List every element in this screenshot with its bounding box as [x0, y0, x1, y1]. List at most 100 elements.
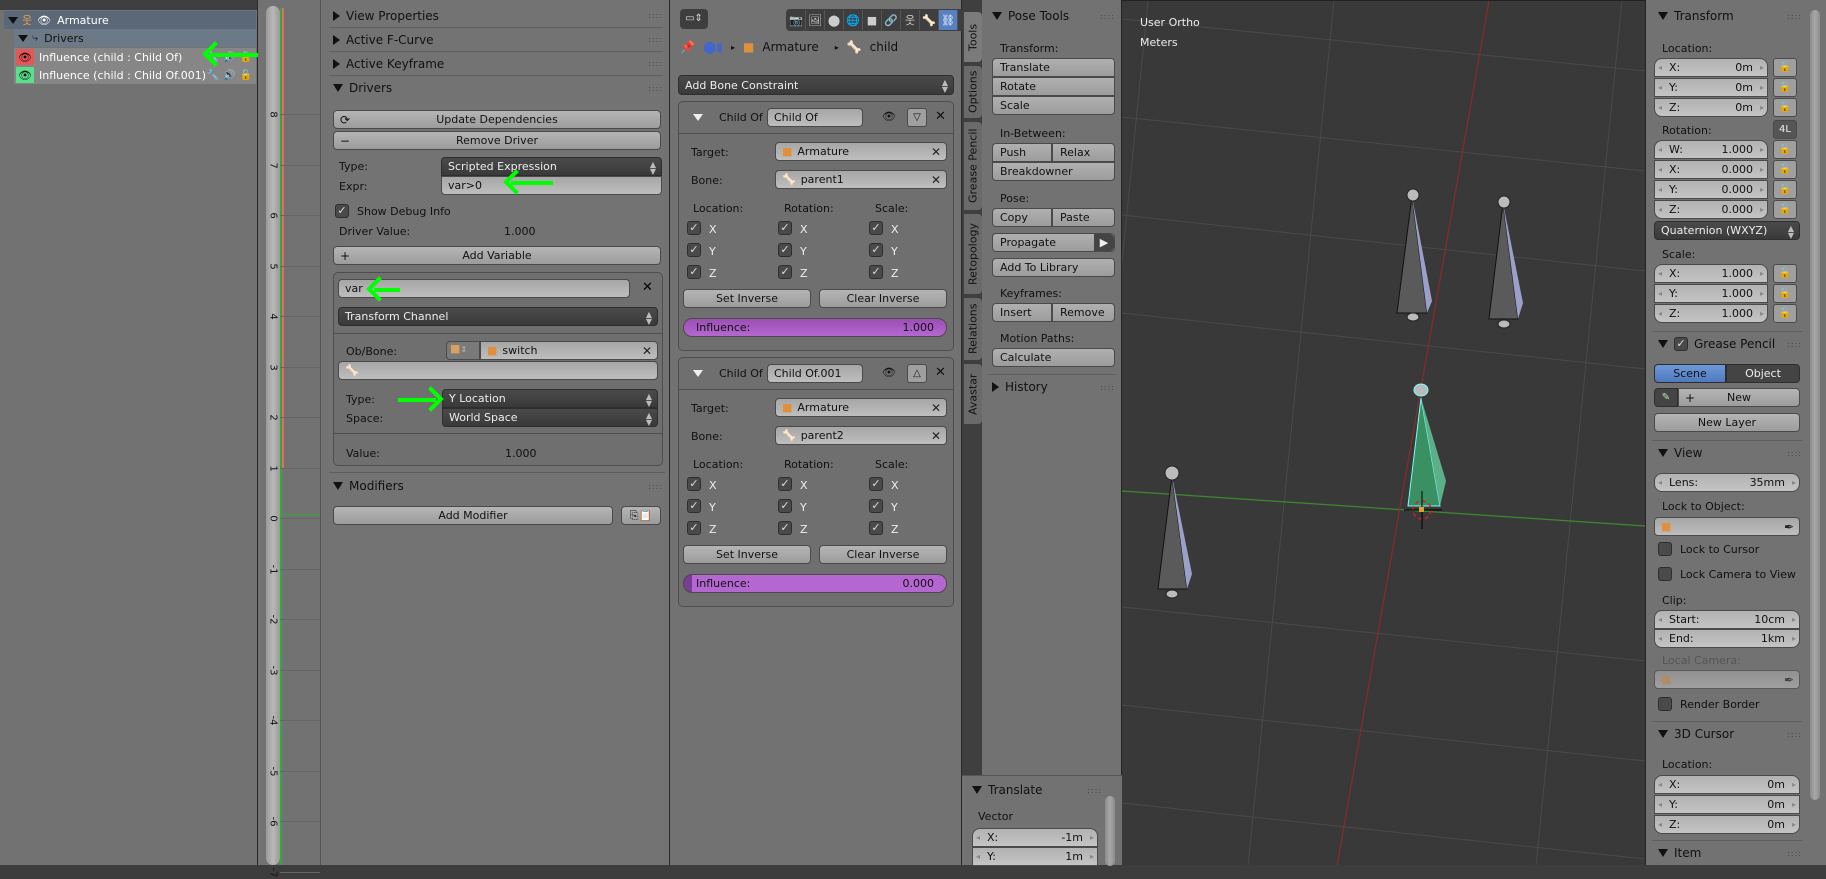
rot-y-field[interactable]: Y: 0.000: [1654, 180, 1768, 199]
vtab-tools[interactable]: Tools: [964, 12, 982, 62]
copy-pose-button[interactable]: Copy: [992, 208, 1052, 227]
insert-keyframe-button[interactable]: Insert: [992, 303, 1052, 322]
translate-button[interactable]: Translate: [992, 58, 1115, 77]
panel-view[interactable]: View::::: [1654, 441, 1802, 465]
lock-icon[interactable]: 🔓: [1773, 200, 1797, 219]
cursor-y-field[interactable]: Y: 0m: [1654, 795, 1800, 814]
tab-data-icon[interactable]: 웃: [901, 10, 920, 30]
panel-grease-pencil[interactable]: ✓ Grease Pencil::::: [1654, 332, 1802, 356]
lens-field[interactable]: Lens: 35mm: [1654, 473, 1800, 492]
driver-type-dropdown[interactable]: Scripted Expression ▲ ▼: [441, 157, 662, 176]
3d-viewport[interactable]: User Ortho Meters: [1122, 0, 1645, 865]
vtab-grease-pencil[interactable]: Grease Pencil: [964, 122, 982, 210]
set-inverse-button[interactable]: Set Inverse: [683, 289, 811, 308]
panel-drivers[interactable]: Drivers::::: [329, 76, 663, 100]
rot-x-field[interactable]: X: 0.000: [1654, 160, 1768, 179]
loc-x-field[interactable]: X: 0m: [1654, 58, 1768, 77]
rot-z-field[interactable]: Z: 0.000: [1654, 200, 1768, 219]
add-bone-constraint-dropdown[interactable]: Add Bone Constraint ▲ ▼: [678, 75, 954, 95]
panel-view-properties[interactable]: View Properties::::: [329, 4, 663, 28]
update-dependencies-button[interactable]: ⟳ Update Dependencies: [333, 110, 661, 129]
cursor-x-field[interactable]: X: 0m: [1654, 775, 1800, 794]
delete-constraint-x-icon[interactable]: ✕: [935, 365, 946, 380]
loc-z-field[interactable]: Z: 0m: [1654, 98, 1768, 117]
transform-type-dropdown[interactable]: Y Location ▲ ▼: [442, 389, 658, 408]
bone-field[interactable]: 🦴: [338, 361, 658, 380]
lock-icon[interactable]: 🔓: [1773, 58, 1797, 77]
vector-x-field[interactable]: X: -1m: [972, 828, 1098, 847]
drag-grip-icon[interactable]: ::::: [648, 84, 663, 93]
bone-field[interactable]: 🦴 parent1 ✕: [775, 170, 947, 189]
outliner-armature-row[interactable]: 웃 👁 Armature: [4, 11, 256, 29]
location-z-checkbox[interactable]: ✓: [687, 265, 701, 279]
tab-constraints-icon[interactable]: 🔗: [882, 10, 901, 30]
drag-grip-icon[interactable]: ::::: [1087, 786, 1102, 795]
lock-icon[interactable]: 🔓: [1773, 264, 1797, 283]
graph-editor[interactable]: 8 7 6 5 4 3 2 1 0 -1 -2 -3 -4 -5 -6 -7: [258, 0, 320, 877]
panel-item[interactable]: Item::::: [1654, 841, 1802, 865]
constraint-name-input[interactable]: Child Of: [767, 108, 863, 127]
relax-button[interactable]: Relax: [1052, 143, 1115, 162]
drag-grip-icon[interactable]: ::::: [648, 482, 663, 491]
rotation-x-checkbox[interactable]: ✓: [778, 477, 792, 491]
drag-grip-icon[interactable]: ::::: [1787, 849, 1802, 858]
scale-z-field[interactable]: Z: 1.000: [1654, 304, 1768, 323]
clear-x-icon[interactable]: ✕: [931, 145, 941, 159]
lock-icon[interactable]: 🔓: [1773, 180, 1797, 199]
paste-pose-button[interactable]: Paste: [1052, 208, 1115, 227]
scale-z-checkbox[interactable]: ✓: [869, 521, 883, 535]
gp-datablock-selector[interactable]: ✎: [1654, 388, 1678, 407]
channel-visibility-eye-icon[interactable]: 👁: [16, 49, 34, 65]
lock-icon[interactable]: 🔓: [1773, 78, 1797, 97]
rotation-z-checkbox[interactable]: ✓: [778, 265, 792, 279]
outliner-driver-item[interactable]: 👁 Influence (child : Child Of.001) 🔧 🔊 🔓: [14, 66, 256, 84]
push-button[interactable]: Push: [992, 143, 1052, 162]
value-ruler-scrollbar[interactable]: [266, 6, 280, 865]
clear-inverse-button[interactable]: Clear Inverse: [819, 289, 947, 308]
add-to-library-button[interactable]: Add To Library: [992, 258, 1115, 277]
drag-grip-icon[interactable]: ::::: [1787, 730, 1802, 739]
tab-bone-icon[interactable]: 🦴: [920, 10, 939, 30]
tab-render-layers-icon[interactable]: 🖼: [806, 10, 825, 30]
cursor-z-field[interactable]: Z: 0m: [1654, 815, 1800, 834]
clear-x-icon[interactable]: ✕: [931, 429, 941, 443]
tab-render-icon[interactable]: 📷: [787, 10, 806, 30]
local-camera-field[interactable]: ■ ✒: [1654, 670, 1800, 689]
loc-y-field[interactable]: Y: 0m: [1654, 78, 1768, 97]
expand-icon[interactable]: [18, 34, 28, 42]
panel-active-keyframe[interactable]: Active Keyframe::::: [329, 52, 663, 76]
panel-history[interactable]: History::::: [988, 375, 1115, 399]
propagate-menu-arrow-icon[interactable]: ▶: [1094, 234, 1114, 251]
tab-scene-icon[interactable]: ⬤: [825, 10, 844, 30]
drag-grip-icon[interactable]: ::::: [1787, 12, 1802, 21]
visibility-eye-icon[interactable]: 👁: [882, 366, 896, 379]
remove-driver-button[interactable]: − Remove Driver: [333, 131, 661, 150]
drag-grip-icon[interactable]: ::::: [648, 35, 663, 44]
vtab-options[interactable]: Options: [964, 66, 982, 118]
tab-bone-constraints-icon[interactable]: ⛓: [939, 10, 958, 30]
clear-x-icon[interactable]: ✕: [642, 344, 652, 358]
scale-x-checkbox[interactable]: ✓: [869, 221, 883, 235]
lock-to-object-field[interactable]: ■ ✒: [1654, 517, 1800, 536]
scale-button[interactable]: Scale: [992, 96, 1115, 115]
sidebar-scrollbar[interactable]: [1810, 10, 1820, 800]
rotation-x-checkbox[interactable]: ✓: [778, 221, 792, 235]
panel-pose-tools[interactable]: Pose Tools::::: [988, 4, 1115, 28]
remove-keyframe-button[interactable]: Remove: [1052, 303, 1115, 322]
panel-translate-operator[interactable]: Translate::::: [968, 778, 1102, 802]
lock-icon[interactable]: 🔓: [1773, 284, 1797, 303]
panel-modifiers[interactable]: Modifiers::::: [329, 474, 663, 498]
move-down-icon[interactable]: ▽: [907, 108, 927, 127]
rotation-z-checkbox[interactable]: ✓: [778, 521, 792, 535]
operator-scrollbar[interactable]: [1105, 796, 1115, 866]
channel-visibility-eye-icon[interactable]: 👁: [16, 67, 34, 83]
wrench-icon[interactable]: 🔧: [207, 70, 219, 81]
id-type-selector[interactable]: ■⇕: [446, 341, 480, 360]
visibility-eye-icon[interactable]: 👁: [882, 110, 896, 123]
add-variable-button[interactable]: + Add Variable: [333, 246, 661, 265]
location-x-checkbox[interactable]: ✓: [687, 477, 701, 491]
mute-speaker-icon[interactable]: 🔊: [223, 70, 235, 81]
panel-transform[interactable]: Transform::::: [1654, 4, 1802, 28]
eyedropper-icon[interactable]: ✒: [1784, 520, 1794, 534]
target-field[interactable]: ■ Armature ✕: [775, 398, 947, 417]
